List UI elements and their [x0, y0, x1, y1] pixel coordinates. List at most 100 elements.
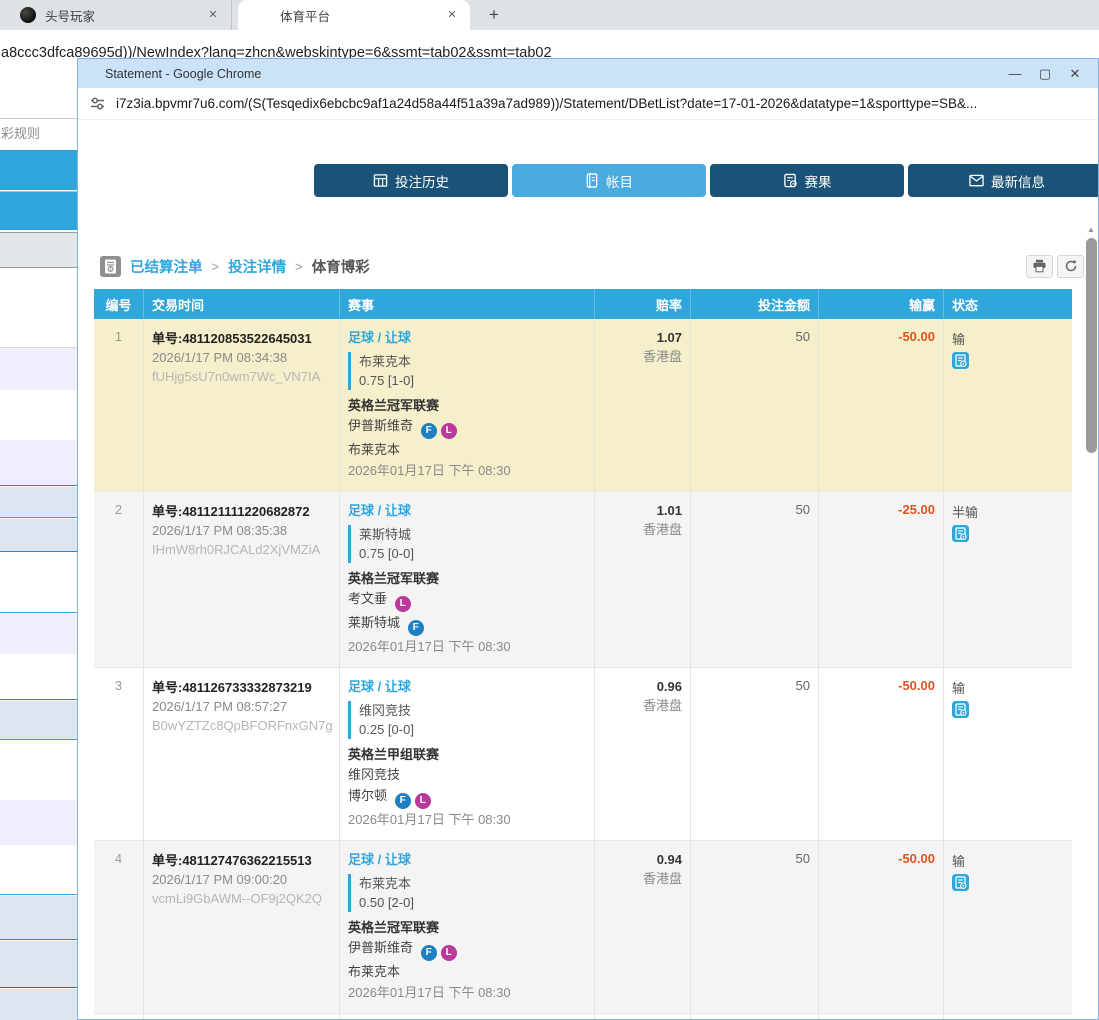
column-header: 赛事 [340, 289, 595, 319]
nav-button-4[interactable]: 最新信息 [908, 164, 1099, 197]
winloss-cell: -50.00 [819, 319, 944, 491]
receipt-icon[interactable] [952, 525, 1064, 545]
background-stripe [0, 440, 77, 486]
transaction-cell: 单号:4811468423697532182026/1/17 PM 10:15:… [144, 1014, 340, 1020]
badge-L-icon: L [441, 423, 457, 439]
bet-number: 4 [94, 841, 144, 1013]
breadcrumb-settled-bets-link[interactable]: 已结算注单 [130, 256, 203, 277]
event-cell: 足球 / 让球贺芬威-0.25*德国甲组联赛 [340, 1014, 595, 1020]
background-stripe [0, 800, 77, 845]
market-link[interactable]: 足球 / 让球 [348, 502, 411, 520]
bet-ref-code: IHmW8rh0RJCALd2XjVMZiA [152, 540, 331, 559]
popup-url[interactable]: i7z3ia.bpvmr7u6.com/(S(Tesqedix6ebcbc9af… [116, 96, 977, 111]
print-button[interactable] [1026, 255, 1053, 278]
badge-L-icon: L [415, 793, 431, 809]
tab-active-tiyupingtai[interactable]: 体育平台 ✕ [238, 0, 470, 30]
market-link[interactable]: 足球 / 让球 [348, 678, 411, 696]
background-stripe [0, 701, 77, 740]
bet-selection: 布莱克本0.75 [1-0] [348, 352, 586, 390]
pick-team: 维冈竞技 [359, 701, 586, 720]
odds-type: 香港盘 [603, 347, 682, 366]
scrollbar-thumb[interactable] [1086, 238, 1097, 453]
handicap: 0.25 [0-0] [359, 720, 586, 739]
bet-ref-code: fUHjg5sU7n0wm7Wc_VN7IA [152, 367, 331, 386]
bet-time: 2026/1/17 PM 08:57:27 [152, 697, 331, 716]
new-tab-button[interactable]: + [482, 4, 506, 28]
close-button[interactable]: ✕ [1060, 59, 1090, 88]
status-cell: 输 [944, 841, 1072, 1013]
breadcrumb: $ 已结算注单 > 投注详情 > 体育博彩 [100, 253, 1084, 279]
event-cell: 足球 / 让球莱斯特城0.75 [0-0]英格兰冠军联赛考文垂 L莱斯特城 F2… [340, 492, 595, 667]
results-icon [783, 173, 805, 188]
screen: 头号玩家 ✕ 体育平台 ✕ + a8ccc3dfca89695d))/NewIn… [0, 0, 1099, 1020]
bet-row-1: 1单号:4811208535226450312026/1/17 PM 08:34… [94, 319, 1072, 492]
breadcrumb-bet-detail-link[interactable]: 投注详情 [228, 256, 286, 277]
match-time: 2026年01月17日 下午 08:30 [348, 810, 586, 830]
nav-button-2[interactable]: 帐目 [512, 164, 706, 197]
status-text: 半输 [952, 502, 1064, 521]
bet-table: 编号交易时间赛事赔率投注金额输赢状态1单号:481120853522645031… [94, 289, 1072, 1020]
nav-button-3[interactable]: 赛果 [710, 164, 904, 197]
odds-value: 1.07 [603, 329, 682, 347]
match-time: 2026年01月17日 下午 08:30 [348, 637, 586, 657]
home-team: 考文垂 L [348, 588, 586, 612]
popup-content: 投注历史 帐目 赛果最新信息 $ 已结算注单 > 投注详情 > 体育博彩 [78, 120, 1098, 1020]
home-team: 维冈竞技 [348, 764, 586, 785]
bet-row-5: 5单号:4811468423697532182026/1/17 PM 10:15… [94, 1014, 1072, 1020]
transaction-cell: 单号:4811211112206828722026/1/17 PM 08:35:… [144, 492, 340, 667]
tab-close-icon[interactable]: ✕ [444, 7, 460, 23]
background-stripe [0, 191, 77, 230]
status-cell: 半输 [944, 492, 1072, 667]
popup-urlbar[interactable]: i7z3ia.bpvmr7u6.com/(S(Tesqedix6ebcbc9af… [78, 88, 1098, 120]
site-settings-icon[interactable] [89, 95, 106, 112]
handicap: 0.75 [1-0] [359, 371, 586, 390]
receipt-icon[interactable] [952, 874, 1064, 894]
background-stripe [0, 896, 77, 940]
refresh-button[interactable] [1057, 255, 1084, 278]
pick-team: 布莱克本 [359, 874, 586, 893]
stake-cell: 100 [691, 1014, 819, 1020]
scrollbar-up-arrow[interactable]: ▲ [1083, 225, 1099, 234]
statement-ledger-icon: $ [100, 256, 121, 277]
background-page-sliver [0, 0, 77, 1020]
statement-popup-window: Statement - Google Chrome — ▢ ✕ i7z3ia.b… [77, 58, 1099, 1020]
background-stripe [0, 232, 77, 268]
maximize-button[interactable]: ▢ [1030, 59, 1060, 88]
event-cell: 足球 / 让球维冈竞技0.25 [0-0]英格兰甲组联赛维冈竞技 博尔顿 FL2… [340, 668, 595, 840]
bet-number: 1 [94, 319, 144, 491]
background-stripe [0, 614, 77, 654]
nav-button-label: 帐目 [606, 171, 633, 191]
league-name: 英格兰冠军联赛 [348, 569, 586, 588]
column-header: 编号 [94, 289, 144, 319]
bet-id: 单号:481126733332873219 [152, 678, 331, 697]
pick-team: 布莱克本 [359, 352, 586, 371]
badge-F-icon: F [395, 793, 411, 809]
nav-button-1[interactable]: 投注历史 [314, 164, 508, 197]
bet-number: 5 [94, 1014, 144, 1020]
stake-cell: 50 [691, 668, 819, 840]
badge-L-icon: L [395, 596, 411, 612]
league-name: 英格兰冠军联赛 [348, 396, 586, 415]
bet-number: 2 [94, 492, 144, 667]
status-cell: 输 [944, 319, 1072, 491]
handicap: 0.75 [0-0] [359, 544, 586, 563]
match-time: 2026年01月17日 下午 08:30 [348, 461, 586, 481]
bet-selection: 布莱克本0.50 [2-0] [348, 874, 586, 912]
odds-cell: 1.01香港盘 [595, 492, 691, 667]
bet-ref-code: vcmLi9GbAWM--OF9j2QK2Q [152, 889, 331, 908]
winloss-cell: 108.00 [819, 1014, 944, 1020]
receipt-icon[interactable] [952, 352, 1064, 372]
status-text: 输 [952, 678, 1064, 697]
market-link[interactable]: 足球 / 让球 [348, 329, 411, 347]
odds-type: 香港盘 [603, 520, 682, 539]
minimize-button[interactable]: — [1000, 59, 1030, 88]
background-stripe [0, 519, 77, 552]
background-stripe [0, 741, 77, 800]
status-cell: 赢 [944, 1014, 1072, 1020]
tab-label: 体育平台 [238, 6, 444, 25]
breadcrumb-separator: > [212, 259, 220, 274]
column-header: 交易时间 [144, 289, 340, 319]
receipt-icon[interactable] [952, 701, 1064, 721]
market-link[interactable]: 足球 / 让球 [348, 851, 411, 869]
tab-close-icon[interactable]: ✕ [205, 7, 221, 23]
